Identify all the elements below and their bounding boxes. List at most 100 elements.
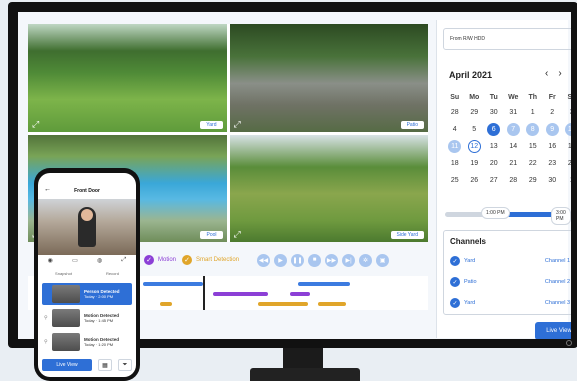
legend-motion[interactable]: ✓ Motion [144, 255, 176, 265]
play-icon[interactable]: ▶ [274, 253, 288, 267]
rewind-icon[interactable]: ◀◀ [257, 253, 271, 267]
calendar-day[interactable]: 10 [562, 121, 571, 138]
calendar-nav: ‹› [545, 68, 571, 79]
calendar-day[interactable]: 20 [484, 155, 504, 172]
timeline-event [213, 292, 268, 296]
expand-icon[interactable]: ⤢ [234, 230, 241, 239]
channel-number: Channel 1 [544, 258, 570, 264]
calendar-day[interactable]: 28 [504, 172, 524, 189]
calendar-day[interactable]: 22 [523, 155, 543, 172]
motion-icon: ⚲ [44, 339, 48, 345]
calendar-day[interactable]: 4 [445, 121, 465, 138]
event-thumbnail [52, 333, 80, 351]
channel-name: Yard [464, 300, 476, 306]
calendar-day[interactable]: 7 [504, 121, 524, 138]
camera-view-yard[interactable]: ⤢ Yard [28, 24, 227, 132]
calendar-day[interactable]: 6 [484, 121, 504, 138]
calendar-week: 4 5 6 7 8 9 10 [445, 121, 571, 138]
calendar-day[interactable]: 26 [465, 172, 485, 189]
calendar-day[interactable]: 25 [445, 172, 465, 189]
calendar-day[interactable]: 29 [523, 172, 543, 189]
calendar-grid: Su Mo Tu We Th Fr Sa 28 29 30 31 1 2 3 [445, 90, 571, 189]
event-time: Today · 2:00 PM [84, 294, 114, 299]
settings-icon[interactable]: ✲ [359, 253, 373, 267]
calendar-day[interactable]: 17 [562, 138, 571, 155]
channel-row[interactable]: ✓ Patio Channel 2 [450, 276, 570, 288]
calendar-day[interactable]: 29 [465, 104, 485, 121]
calendar-day[interactable]: 1 [562, 172, 571, 189]
channel-row[interactable]: ✓ Yard Channel 3 [450, 297, 570, 309]
time-start-label[interactable]: 1:00 PM [481, 207, 510, 219]
expand-icon[interactable]: ⤢ [32, 119, 39, 129]
legend-smart-detection[interactable]: ✓ Smart Detection [182, 255, 239, 265]
chevron-right-icon[interactable]: › [558, 68, 571, 79]
playback-controls: ◀◀ ▶ ❚❚ ■ ▶▶ ▶| ✲ ▣ [257, 253, 393, 267]
calendar-day[interactable]: 19 [465, 155, 485, 172]
fullscreen-icon[interactable]: ⤢ [122, 257, 127, 269]
weekday-label: Th [528, 93, 538, 101]
channel-row[interactable]: ✓ Yard Channel 1 [450, 255, 570, 267]
next-icon[interactable]: ▶| [342, 253, 356, 267]
check-icon[interactable]: ✓ [450, 298, 460, 308]
camera-view-patio[interactable]: ⤢ Patio [229, 24, 428, 132]
hd-icon[interactable]: ▭ [72, 257, 78, 269]
check-icon: ✓ [144, 255, 154, 265]
time-end-label[interactable]: 3:00 PM [551, 207, 571, 225]
source-select[interactable]: From R/W HDD ⌄ [443, 28, 571, 50]
expand-icon[interactable]: ⤢ [234, 119, 241, 129]
check-icon[interactable]: ✓ [450, 256, 460, 266]
event-info: Motion Detected Today · 1:45 PM [84, 313, 119, 323]
event-item[interactable]: ⚲ Motion Detected Today · 1:20 PM [42, 331, 132, 353]
calendar-day[interactable]: 30 [484, 104, 504, 121]
power-icon[interactable] [566, 340, 572, 346]
live-view-button[interactable]: Live View [535, 322, 571, 339]
calendar-day[interactable]: 9 [543, 121, 563, 138]
calendar-day[interactable]: 30 [543, 172, 563, 189]
fast-forward-icon[interactable]: ▶▶ [325, 253, 339, 267]
tab-snapshot[interactable]: Snapshot [55, 271, 72, 281]
smartphone: ← Front Door ◉ ▭ ◍ ⤢ Snapshot Record Per… [34, 168, 140, 381]
calendar-day[interactable]: 23 [543, 155, 563, 172]
phone-bottom-bar: Live View ▦ ⏷ [42, 359, 132, 373]
calendar-day[interactable]: 14 [504, 138, 524, 155]
timeline-cursor[interactable] [203, 276, 205, 310]
phone-live-view-button[interactable]: Live View [42, 359, 92, 371]
chevron-left-icon[interactable]: ‹ [545, 68, 558, 79]
calendar-day[interactable]: 24 [562, 155, 571, 172]
microphone-icon[interactable]: ◍ [97, 257, 102, 269]
calendar-day[interactable]: 11 [445, 138, 465, 155]
calendar-day[interactable]: 21 [504, 155, 524, 172]
stop-icon[interactable]: ■ [308, 253, 322, 267]
calendar-day[interactable]: 2 [543, 104, 563, 121]
weekday-label: Mo [469, 93, 480, 101]
calendar-icon[interactable]: ▦ [98, 359, 112, 371]
calendar-day[interactable]: 18 [445, 155, 465, 172]
phone-live-feed[interactable] [38, 199, 136, 255]
event-item[interactable]: ⚲ Motion Detected Today · 1:45 PM [42, 307, 132, 329]
speaker-icon[interactable]: ◉ [48, 257, 53, 269]
tab-record[interactable]: Record [106, 271, 119, 281]
filter-icon[interactable]: ⏷ [118, 359, 132, 371]
calendar-day[interactable]: 27 [484, 172, 504, 189]
calendar-day[interactable]: 28 [445, 104, 465, 121]
camera-label: Yard [200, 120, 223, 129]
check-icon[interactable]: ✓ [450, 277, 460, 287]
calendar-day[interactable]: 5 [465, 121, 485, 138]
event-item[interactable]: Person Detected Today · 2:00 PM [42, 283, 132, 305]
calendar-day[interactable]: 15 [523, 138, 543, 155]
calendar-day[interactable]: 3 [562, 104, 571, 121]
calendar-day[interactable]: 16 [543, 138, 563, 155]
channels-title: Channels [450, 237, 487, 246]
camera-view-side-yard[interactable]: ⤢ Side Yard [229, 134, 428, 242]
timeline-event [258, 302, 308, 306]
calendar-day[interactable]: 12 [465, 138, 485, 155]
calendar-day[interactable]: 13 [484, 138, 504, 155]
calendar-day[interactable]: 8 [523, 121, 543, 138]
save-icon[interactable]: ▣ [376, 253, 390, 267]
event-info: Person Detected Today · 2:00 PM [84, 289, 120, 299]
pause-icon[interactable]: ❚❚ [291, 253, 305, 267]
calendar-day[interactable]: 1 [523, 104, 543, 121]
calendar-day[interactable]: 31 [504, 104, 524, 121]
event-time: Today · 1:20 PM [84, 342, 114, 347]
weekday-label: We [508, 93, 519, 101]
